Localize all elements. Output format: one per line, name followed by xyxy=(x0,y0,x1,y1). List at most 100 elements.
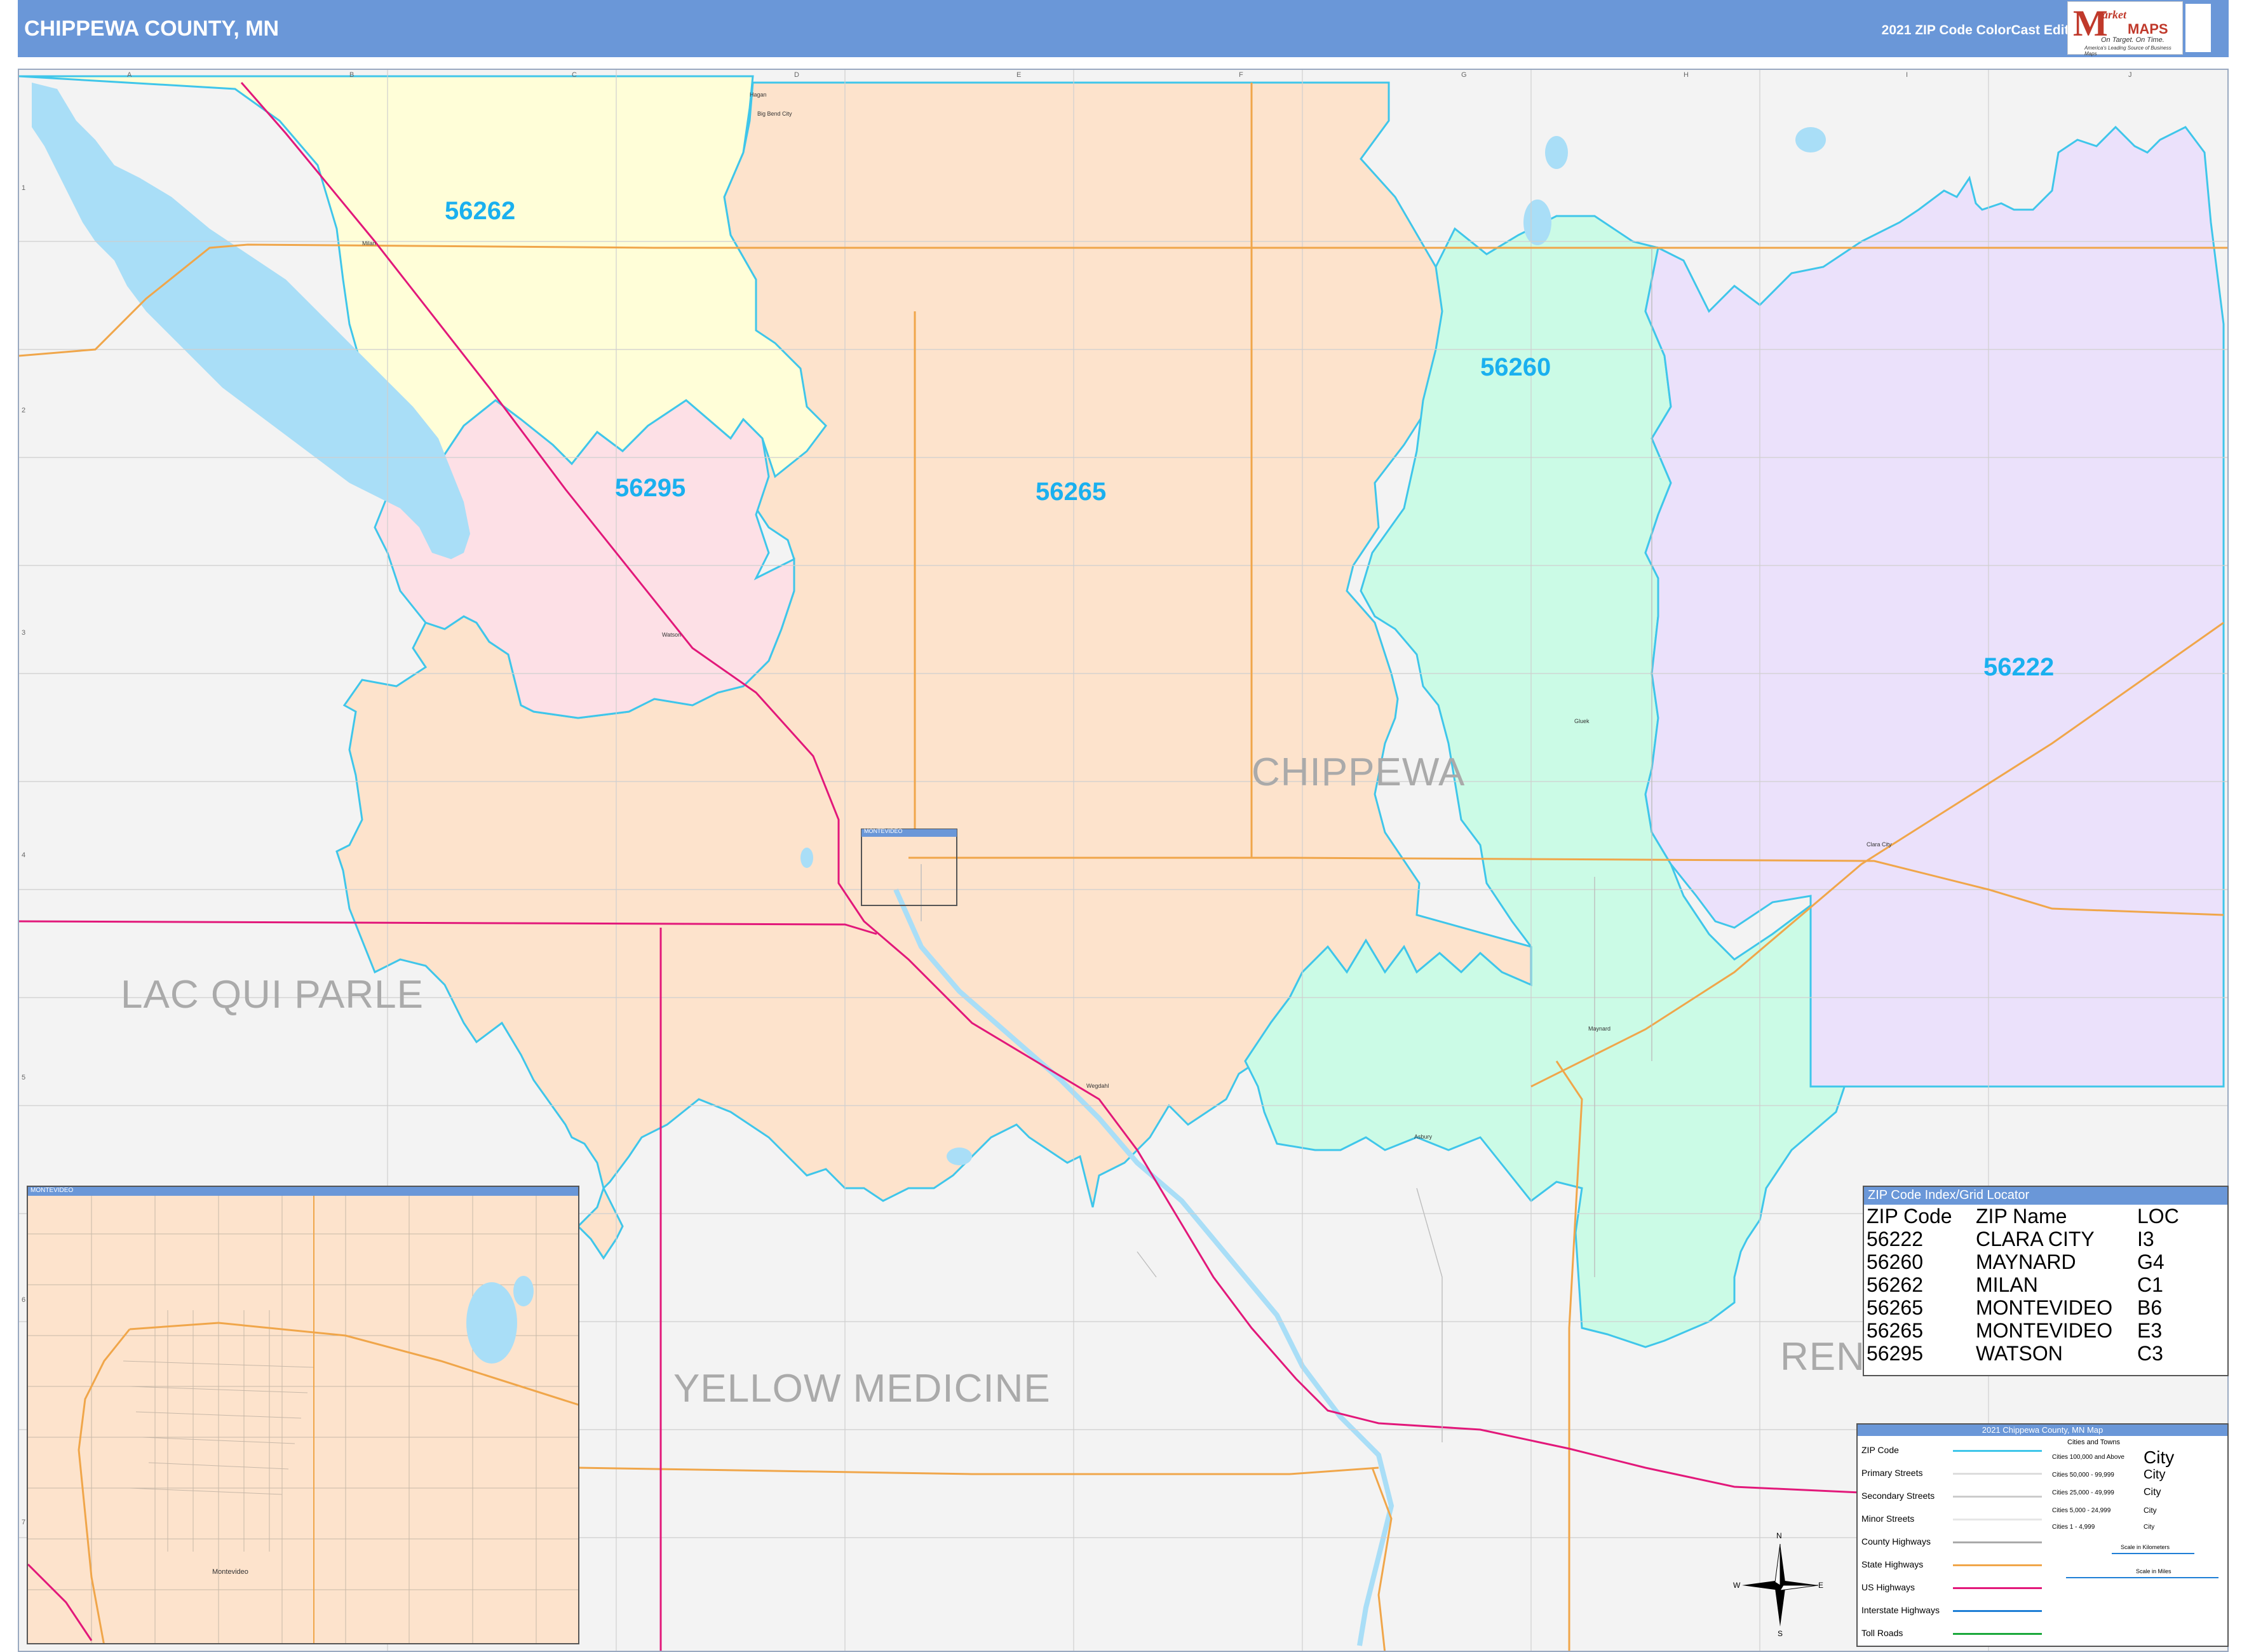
zip-index-loc: E3 xyxy=(2137,1319,2163,1342)
legend-city-tier-5: Cities 1 - 4,999 xyxy=(2052,1524,2095,1531)
logo-subtag: America's Leading Source of Business Map… xyxy=(2084,45,2171,57)
town-label-maynard: Maynard xyxy=(1588,1026,1611,1032)
town-label-asbury: Asbury xyxy=(1414,1134,1433,1140)
legend-toll-roads: Toll Roads xyxy=(1861,1628,1903,1638)
zip-index-header-zip: ZIP Code xyxy=(1867,1205,1952,1228)
legend-cities-title: Cities and Towns xyxy=(2067,1439,2120,1446)
legend-city-sample-3: City xyxy=(2144,1487,2161,1498)
town-label-clara-city: Clara City xyxy=(1867,841,1892,848)
grid-letter-h: H xyxy=(1684,71,1689,79)
inset-us-highway-a xyxy=(78,1329,131,1643)
inset-streets xyxy=(28,1196,578,1643)
legend-city-tier-2: Cities 50,000 - 99,999 xyxy=(2052,1472,2114,1479)
zip-index-loc: B6 xyxy=(2137,1296,2163,1319)
lake-s-2 xyxy=(800,848,813,868)
legend-swatch-zip xyxy=(1953,1450,2042,1452)
map-title: CHIPPEWA COUNTY, MN xyxy=(24,17,280,41)
zip-code-index: ZIP Code Index/Grid Locator ZIP Code ZIP… xyxy=(1863,1186,2229,1376)
zip-index-header-name: ZIP Name xyxy=(1976,1205,2067,1228)
legend-swatch-toll xyxy=(1953,1633,2042,1635)
map-legend: 2021 Chippewa County, MN Map ZIP Code Pr… xyxy=(1856,1423,2229,1647)
county-label-lac-qui-parle: LAC QUI PARLE xyxy=(121,973,424,1017)
zip-index-loc: I3 xyxy=(2137,1228,2154,1250)
compass-n: N xyxy=(1776,1531,1782,1540)
zip-index-row: 56262 MILAN C1 xyxy=(1867,1273,2179,1296)
zip-index-row: 56222 CLARA CITY I3 xyxy=(1867,1228,2179,1250)
market-maps-logo: M arket MAPS On Target. On Time. America… xyxy=(2067,1,2183,57)
zip-index-name: MONTEVIDEO xyxy=(1976,1319,2113,1342)
legend-minor-streets: Minor Streets xyxy=(1861,1513,1915,1524)
inset-canvas xyxy=(28,1196,578,1643)
zip-index-zip: 56265 xyxy=(1867,1296,1923,1319)
legend-interstate-highways: Interstate Highways xyxy=(1861,1605,1940,1615)
inset-lake-small xyxy=(513,1276,534,1306)
town-label-hagan: Hagan xyxy=(750,91,767,98)
zip-index-table: ZIP Code ZIP Name LOC 56222 CLARA CITY I… xyxy=(1867,1205,2179,1365)
legend-city-tier-4: Cities 5,000 - 24,999 xyxy=(2052,1507,2111,1514)
legend-scale-mi: Scale in Miles xyxy=(2136,1568,2171,1574)
lake-s-1 xyxy=(947,1148,972,1165)
zip-index-zip: 56260 xyxy=(1867,1250,1923,1273)
grid-letter-i: I xyxy=(1906,71,1908,79)
legend-swatch-us xyxy=(1953,1587,2042,1589)
town-label-big-bend-city: Big Bend City xyxy=(757,111,792,117)
legend-title: 2021 Chippewa County, MN Map xyxy=(1858,1425,2227,1436)
grid-number-1: 1 xyxy=(22,184,26,192)
zip-index-zip: 56295 xyxy=(1867,1342,1923,1365)
town-label-gluek: Gluek xyxy=(1574,718,1590,724)
map-header: CHIPPEWA COUNTY, MN 2021 ZIP Code ColorC… xyxy=(18,0,2229,57)
zip-index-row: 56295 WATSON C3 xyxy=(1867,1342,2179,1365)
grid-letter-g: G xyxy=(1461,71,1467,79)
inset-title: MONTEVIDEO xyxy=(28,1187,578,1196)
legend-swatch-county xyxy=(1953,1541,2042,1543)
zip-index-loc: C1 xyxy=(2137,1273,2163,1296)
legend-scale-km-bar xyxy=(2112,1553,2194,1554)
grid-number-5: 5 xyxy=(22,1074,26,1081)
compass-w: W xyxy=(1733,1581,1741,1590)
town-label-wegdahl: Wegdahl xyxy=(1086,1083,1109,1089)
inset-lake xyxy=(466,1282,517,1364)
legend-secondary-streets: Secondary Streets xyxy=(1861,1491,1935,1501)
legend-zip-code: ZIP Code xyxy=(1861,1445,1899,1455)
grid-letter-j: J xyxy=(2128,71,2132,79)
grid-letter-b: B xyxy=(349,71,355,79)
zip-index-zip: 56265 xyxy=(1867,1319,1923,1342)
zip-index-name: MONTEVIDEO xyxy=(1976,1296,2113,1319)
zip-index-zip: 56222 xyxy=(1867,1228,1923,1250)
logo-contact-block xyxy=(2185,4,2211,52)
inset-us-highway-b xyxy=(28,1563,93,1641)
legend-city-sample-5: City xyxy=(2144,1524,2155,1531)
grid-letter-f: F xyxy=(1239,71,1243,79)
legend-county-highways: County Highways xyxy=(1861,1536,1931,1547)
logo-brand-main: MAPS xyxy=(2128,21,2168,37)
edition-label: 2021 ZIP Code ColorCast Edition xyxy=(1881,23,2089,37)
legend-state-highways: State Highways xyxy=(1861,1559,1924,1569)
zip-label-56222: 56222 xyxy=(1983,653,2055,681)
town-label-watson: Watson xyxy=(662,632,682,638)
montevideo-inset-map[interactable]: MONTEVIDEO Montevideo xyxy=(27,1186,579,1644)
montevideo-box-label: MONTEVIDEO xyxy=(864,828,903,834)
zip-index-title: ZIP Code Index/Grid Locator xyxy=(1864,1187,2227,1205)
zip-label-56262: 56262 xyxy=(445,197,516,225)
zip-index-name: MAYNARD xyxy=(1976,1250,2076,1273)
town-label-milan: Milan xyxy=(362,240,376,247)
legend-scale-mi-bar xyxy=(2066,1577,2218,1578)
zip-index-loc: G4 xyxy=(2137,1250,2164,1273)
inset-town-label: Montevideo xyxy=(212,1568,248,1576)
compass-rose-icon: N S E W xyxy=(1733,1531,1825,1639)
logo-brand-top: arket xyxy=(2102,8,2126,21)
lake-ne-2 xyxy=(1523,200,1551,245)
legend-city-tier-1: Cities 100,000 and Above xyxy=(2052,1454,2124,1461)
county-label-chippewa: CHIPPEWA xyxy=(1252,750,1466,794)
zip-index-header-row: ZIP Code ZIP Name LOC xyxy=(1867,1205,2179,1228)
legend-primary-streets: Primary Streets xyxy=(1861,1468,1923,1478)
zip-label-56260: 56260 xyxy=(1480,353,1551,381)
lake-ne-1 xyxy=(1545,136,1568,169)
zip-index-row: 56260 MAYNARD G4 xyxy=(1867,1250,2179,1273)
legend-scale-km: Scale in Kilometers xyxy=(2121,1544,2170,1550)
grid-number-3: 3 xyxy=(22,629,26,637)
legend-city-tier-3: Cities 25,000 - 49,999 xyxy=(2052,1489,2114,1496)
legend-city-sample-2: City xyxy=(2144,1468,2166,1482)
grid-letter-d: D xyxy=(794,71,799,79)
zip-label-56265: 56265 xyxy=(1036,478,1107,506)
